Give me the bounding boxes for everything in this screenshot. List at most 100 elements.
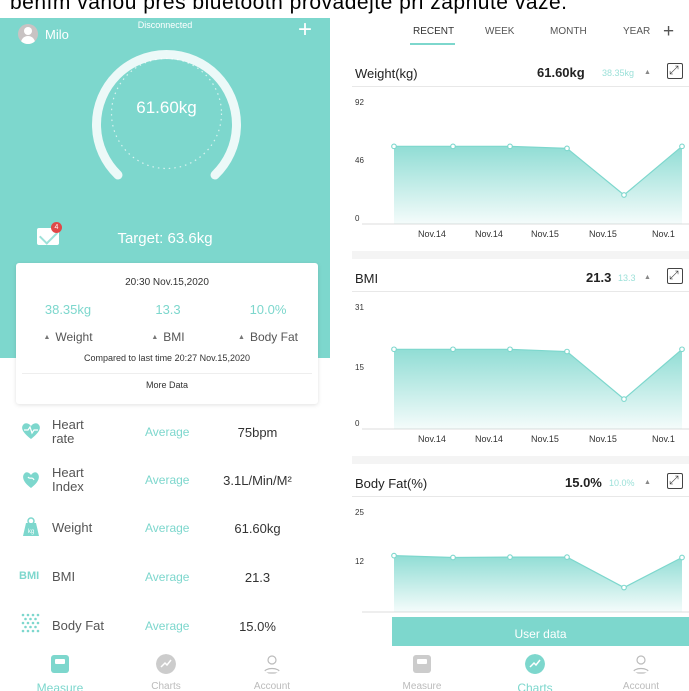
measurement-time: 20:30 Nov.15,2020	[125, 277, 209, 288]
metric-value: 21.3	[244, 570, 271, 585]
section-divider	[352, 456, 689, 464]
measure-screen: Milo Disconnected + 61.60kg 4 Target: 63…	[0, 0, 337, 691]
data-point	[450, 143, 456, 150]
data-point	[679, 554, 685, 561]
chart-previous-value: 10.0%	[609, 478, 635, 488]
section-divider	[352, 251, 689, 259]
metric-name-line1: Heart	[52, 465, 84, 480]
scale-tab-icon	[413, 655, 431, 673]
y-tick-label: 46	[355, 156, 364, 165]
expand-icon[interactable]	[667, 268, 683, 284]
tab-account[interactable]: Account	[601, 654, 681, 691]
data-point	[450, 554, 456, 561]
y-tick-label: 0	[355, 419, 360, 428]
card-divider	[22, 373, 312, 374]
x-tick-label: Nov.14	[418, 229, 446, 239]
metric-name: Body Fat	[52, 618, 105, 633]
data-point	[391, 143, 397, 150]
metric-value: 15.0%	[239, 619, 276, 634]
triangle-up-icon: ▲	[644, 479, 651, 486]
tab-recent[interactable]: RECENT	[413, 26, 454, 37]
scale-icon: kg	[23, 517, 39, 536]
data-point	[679, 346, 685, 353]
tab-label: Account	[253, 681, 291, 691]
metric-row-body-fat[interactable]: Body Fat Average 15.0%	[0, 600, 330, 648]
x-tick-label: Nov.14	[418, 434, 446, 444]
body-fat-icon	[21, 613, 40, 633]
chart-title: BMI	[355, 271, 379, 286]
metric-value: 3.1L/Min/M²	[223, 473, 292, 488]
metric-name-line2: Index	[52, 479, 84, 494]
data-point	[621, 584, 627, 591]
expand-icon[interactable]	[667, 473, 683, 489]
card-fat-text: Body Fat	[249, 330, 298, 344]
data-point	[564, 348, 570, 355]
chart-current-value: 61.60kg	[537, 65, 585, 80]
chart-previous-value: 38.35kg	[602, 68, 635, 78]
chart-previous-value: 13.3	[618, 273, 636, 283]
expand-icon[interactable]	[667, 63, 683, 79]
tab-label: Measure	[402, 681, 442, 691]
tab-measure[interactable]: Measure	[20, 654, 100, 691]
triangle-up-icon: ▲	[644, 69, 651, 76]
chart-header: BMI 21.3 13.3 ▲	[352, 262, 689, 292]
data-point	[621, 192, 627, 198]
data-point	[391, 346, 397, 353]
bottom-tab-bar: Measure Charts Account	[352, 646, 689, 691]
metric-row-bmi[interactable]: BMI BMI Average 21.3	[0, 552, 330, 600]
scale-icon-text: kg	[28, 529, 34, 535]
tab-year[interactable]: YEAR	[623, 26, 650, 37]
tab-month[interactable]: MONTH	[550, 26, 587, 37]
add-icon[interactable]: +	[663, 21, 674, 43]
tab-label: Charts	[151, 681, 181, 691]
metric-average: Average	[145, 521, 190, 535]
person-icon	[632, 655, 650, 674]
triangle-up-icon: ▲	[151, 334, 159, 341]
data-point	[391, 552, 397, 559]
bmi-chart-plot: 31 15 0 Nov.14 Nov.14 Nov.15 Nov.15 Nov.1	[355, 303, 689, 444]
metric-row-heart-rate[interactable]: Heart rate Average 75bpm	[0, 408, 330, 456]
person-icon	[263, 655, 281, 674]
tab-label: Measure	[36, 681, 84, 691]
x-tick-label: Nov.15	[531, 229, 559, 239]
tab-charts[interactable]: Charts	[495, 654, 575, 691]
tab-measure[interactable]: Measure	[382, 654, 462, 691]
target-weight: Target: 63.6kg	[117, 230, 213, 247]
chart-tab-icon	[156, 654, 176, 674]
tab-week[interactable]: WEEK	[485, 26, 514, 37]
metric-value: 61.60kg	[234, 521, 281, 536]
bottom-tab-bar: Measure Charts Account	[0, 646, 337, 691]
metric-row-weight[interactable]: kg Weight Average 61.60kg	[0, 504, 330, 552]
chart-title: Weight(kg)	[355, 66, 418, 81]
card-fat-value: 10.0%	[249, 302, 287, 317]
scale-tab-icon	[51, 655, 69, 673]
weight-value: 61.60kg	[136, 98, 197, 117]
add-user-button[interactable]: +	[298, 18, 312, 42]
metric-value: 75bpm	[237, 425, 278, 440]
metric-average: Average	[145, 570, 190, 584]
card-bmi-label: ▲ BMI	[118, 330, 218, 344]
period-tabs: RECENT WEEK MONTH YEAR +	[352, 21, 689, 46]
tab-charts[interactable]: Charts	[126, 654, 206, 691]
x-tick-label: Nov.14	[475, 434, 503, 444]
triangle-up-icon: ▲	[238, 334, 245, 341]
y-tick-label: 31	[355, 303, 364, 312]
y-tick-label: 15	[355, 363, 364, 372]
caption-text: bením váhou přes bluetooth provádějte př…	[0, 0, 689, 18]
bmi-icon: BMI	[19, 570, 40, 582]
data-point	[507, 143, 513, 150]
series-area	[394, 146, 682, 224]
x-tick-label: Nov.14	[475, 229, 503, 239]
tab-account[interactable]: Account	[232, 654, 312, 691]
data-point	[679, 143, 685, 150]
series-area	[394, 555, 682, 612]
y-tick-label: 0	[355, 214, 360, 223]
metric-name: BMI	[52, 569, 76, 584]
x-tick-label: Nov.1	[652, 229, 675, 239]
metric-row-heart-index[interactable]: Heart Index Average 3.1L/Min/M²	[0, 456, 330, 504]
caption-label: bením váhou přes bluetooth provádějte př…	[10, 0, 568, 14]
data-point	[507, 346, 513, 353]
more-data-link[interactable]: More Data	[16, 380, 318, 390]
metric-name: Weight	[52, 520, 93, 535]
metric-average: Average	[145, 619, 190, 633]
